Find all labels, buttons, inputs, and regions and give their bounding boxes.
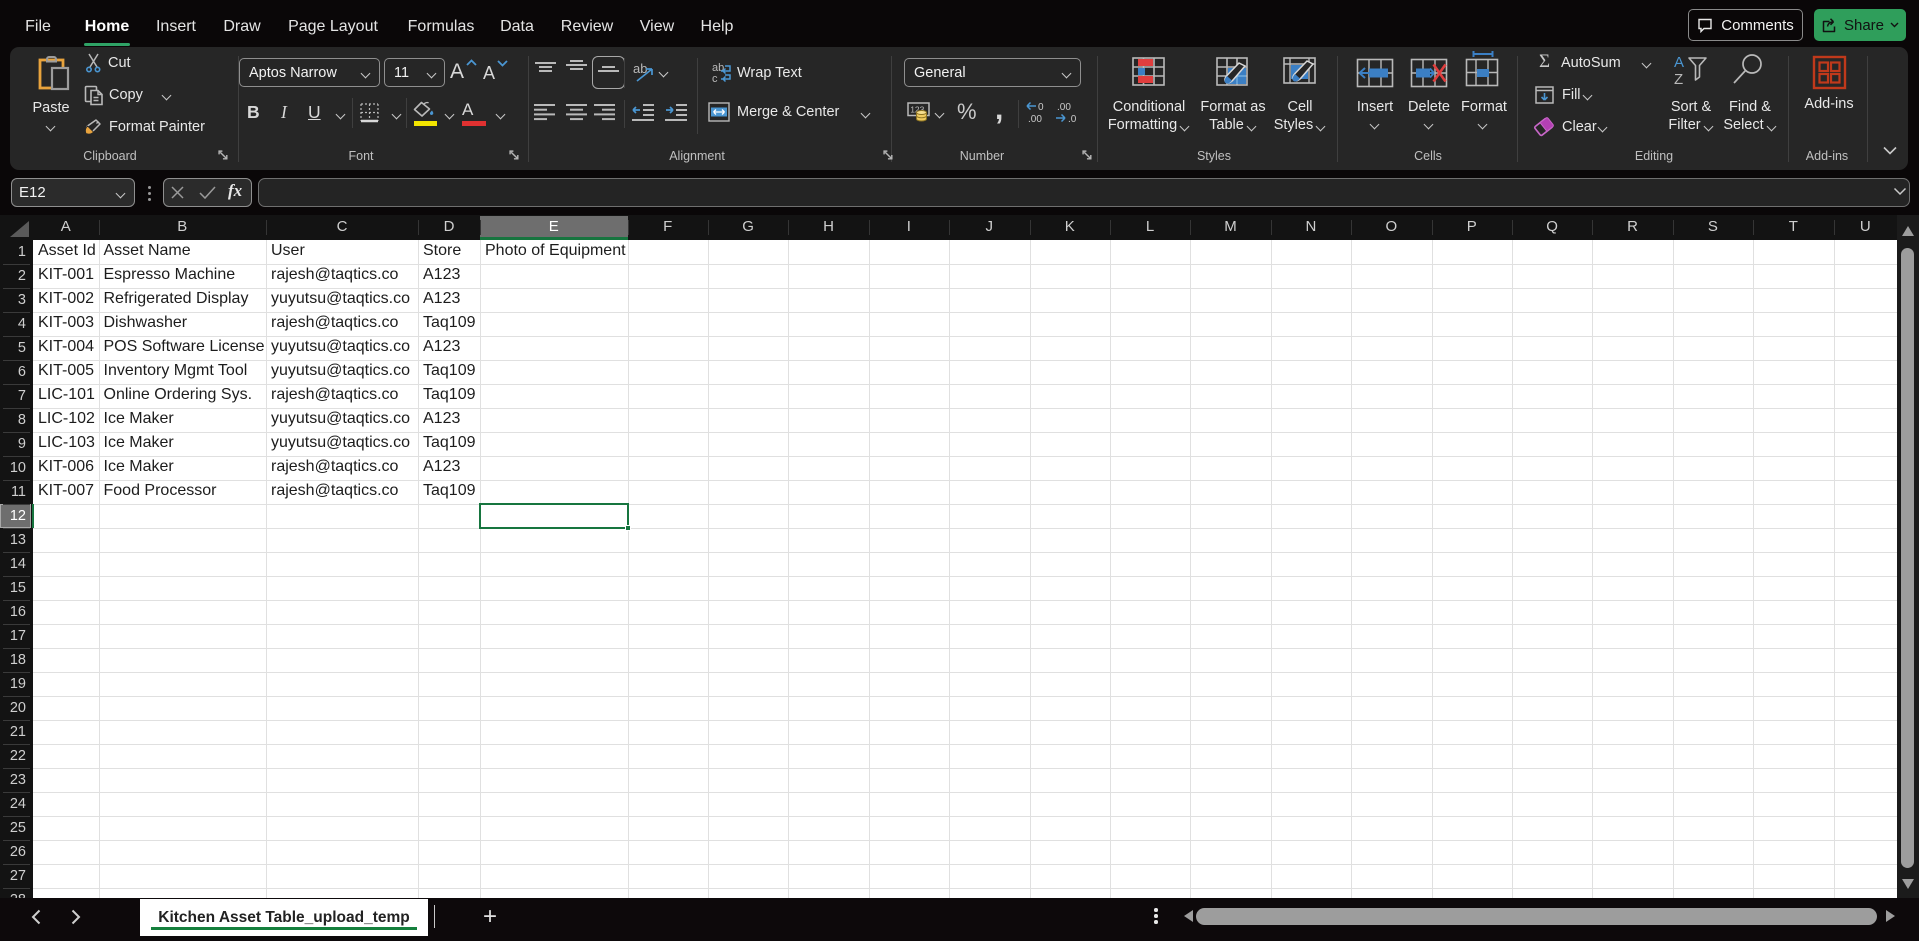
svg-text:.0: .0 xyxy=(1068,114,1077,123)
svg-text:c: c xyxy=(712,73,718,84)
svg-text:Z: Z xyxy=(1674,71,1683,86)
svg-text:.00: .00 xyxy=(1028,114,1042,123)
svg-text:A: A xyxy=(1674,54,1684,71)
svg-text:0: 0 xyxy=(1038,102,1044,113)
svg-text:.00: .00 xyxy=(1057,102,1071,113)
